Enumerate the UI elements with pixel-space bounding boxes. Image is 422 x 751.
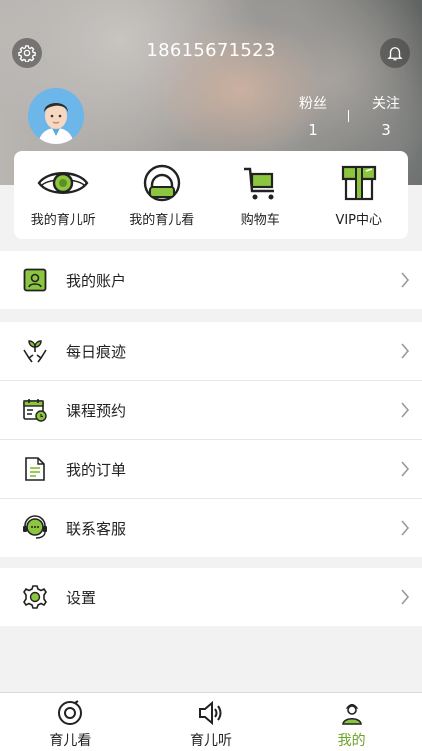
chevron-right-icon: [401, 589, 410, 605]
records-section: 每日痕迹 课程预约 我的订单 联系客服: [0, 322, 422, 557]
chevron-right-icon: [401, 272, 410, 288]
headset-icon: [23, 515, 47, 539]
chevron-right-icon: [401, 461, 410, 477]
fans-label: 粉丝: [299, 96, 327, 112]
user-phone-number: 18615671523: [146, 40, 276, 61]
tab-label: 我的: [337, 733, 366, 749]
vip-box-icon: [341, 165, 376, 201]
quick-item-label: 我的育儿听: [30, 213, 96, 228]
cart-icon: [244, 167, 275, 200]
menu-label: 课程预约: [66, 401, 127, 420]
quick-item-label: VIP中心: [335, 213, 383, 228]
menu-label: 我的账户: [66, 271, 127, 290]
headphones-icon: [143, 164, 180, 202]
quick-item-my-watching[interactable]: 我的育儿看: [113, 151, 212, 239]
tab-mine[interactable]: 我的: [281, 693, 422, 751]
calendar-clock-icon: [23, 399, 47, 422]
bell-icon: [387, 47, 403, 61]
quick-access-card: 我的育儿听 我的育儿看 购物车 VIP中心: [14, 151, 408, 239]
notifications-button[interactable]: [380, 38, 410, 68]
settings-section: 设置: [0, 568, 422, 626]
fans-stat[interactable]: 粉丝 1: [293, 93, 333, 139]
follow-count: 3: [381, 121, 391, 139]
follow-stat[interactable]: 关注 3: [366, 93, 406, 139]
account-card-icon: [23, 268, 47, 292]
menu-label: 我的订单: [66, 460, 127, 479]
play-circle-icon: [58, 700, 83, 725]
menu-row-account[interactable]: 我的账户: [0, 251, 422, 309]
quick-item-my-listening[interactable]: 我的育儿听: [14, 151, 113, 239]
tab-label: 育儿看: [49, 733, 92, 749]
quick-item-cart[interactable]: 购物车: [211, 151, 310, 239]
bottom-tab-bar: 育儿看 育儿听 我的: [0, 692, 422, 751]
tab-label: 育儿听: [190, 733, 232, 749]
menu-label: 设置: [66, 588, 97, 607]
document-icon: [25, 457, 45, 481]
menu-label: 每日痕迹: [66, 342, 127, 361]
sprout-hands-icon: [23, 340, 47, 363]
speaker-icon: [199, 700, 222, 726]
chevron-right-icon: [401, 402, 410, 418]
menu-row-course[interactable]: 课程预约: [0, 381, 422, 440]
person-icon: [341, 703, 362, 725]
menu-label: 联系客服: [66, 519, 127, 538]
chevron-right-icon: [401, 520, 410, 536]
quick-item-vip[interactable]: VIP中心: [310, 151, 409, 239]
account-section: 我的账户: [0, 251, 422, 309]
quick-item-label: 我的育儿看: [129, 213, 195, 228]
eye-icon: [37, 172, 89, 194]
user-avatar-icon: [28, 88, 84, 144]
menu-row-orders[interactable]: 我的订单: [0, 440, 422, 499]
quick-item-label: 购物车: [240, 213, 280, 228]
tab-watch[interactable]: 育儿看: [0, 693, 141, 751]
avatar[interactable]: [28, 88, 84, 144]
follow-label: 关注: [372, 96, 400, 112]
chevron-right-icon: [401, 343, 410, 359]
settings-gear-icon: [23, 585, 47, 609]
menu-row-settings[interactable]: 设置: [0, 568, 422, 626]
fans-count: 1: [308, 121, 318, 139]
stats-divider: [348, 110, 349, 122]
menu-row-service[interactable]: 联系客服: [0, 499, 422, 557]
menu-row-daily[interactable]: 每日痕迹: [0, 322, 422, 381]
tab-listen[interactable]: 育儿听: [141, 693, 282, 751]
